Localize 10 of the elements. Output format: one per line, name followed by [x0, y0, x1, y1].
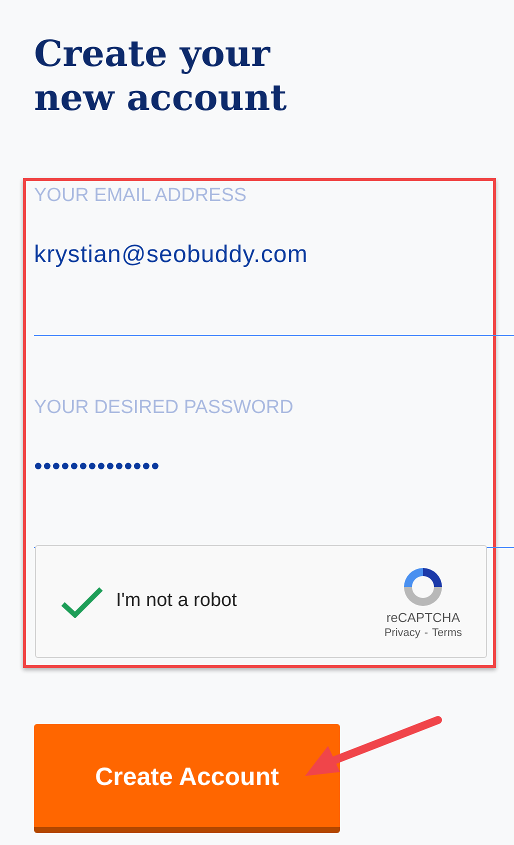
input-field[interactable]: krystian@seobuddy.com — [34, 240, 514, 336]
link-separator: - — [424, 626, 428, 640]
field-label: YOUR DESIRED PASSWORD — [34, 396, 294, 420]
field-label: YOUR EMAIL ADDRESS — [34, 184, 248, 208]
captcha-label: I'm not a robot — [116, 589, 237, 614]
terms-link[interactable]: Terms — [432, 626, 462, 640]
page-title: Create your new account — [34, 32, 288, 120]
checkmark-icon[interactable] — [60, 586, 104, 618]
privacy-link[interactable]: Privacy — [384, 626, 420, 640]
recaptcha-brand: reCAPTCHA — [386, 610, 460, 626]
